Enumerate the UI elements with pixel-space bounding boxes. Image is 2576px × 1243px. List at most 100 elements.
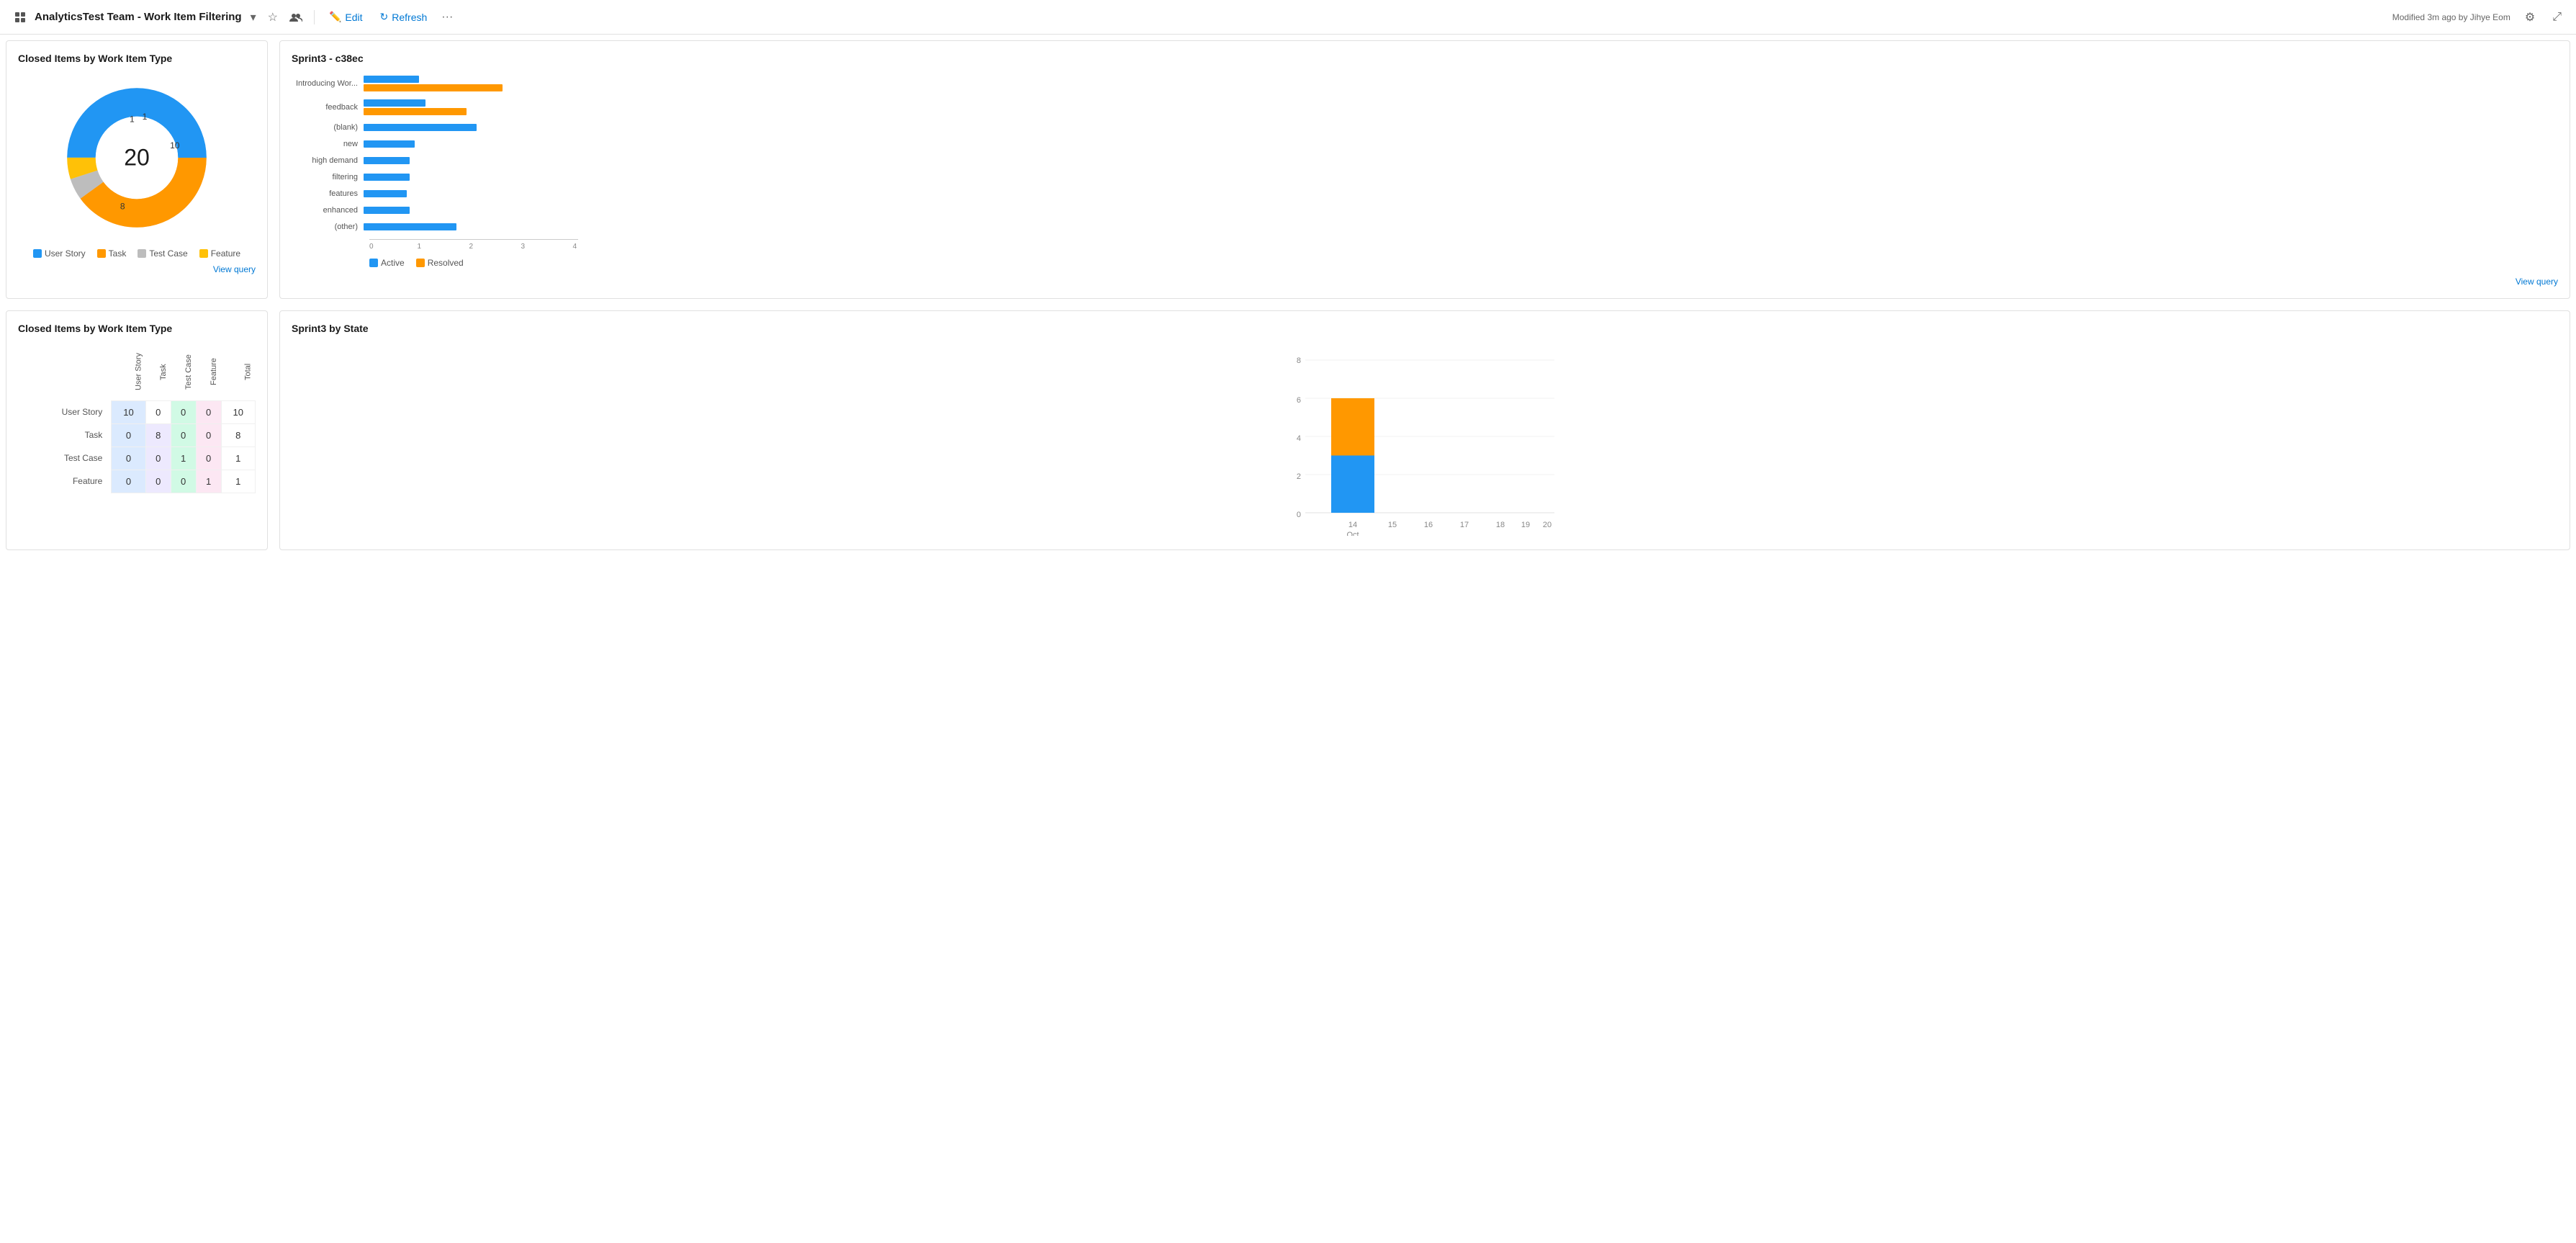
cell-tc-us: 0 bbox=[112, 447, 145, 470]
refresh-button[interactable]: ↻ Refresh bbox=[374, 8, 433, 26]
cell-us-tc: 0 bbox=[171, 400, 196, 423]
cell-task-task: 8 bbox=[145, 423, 171, 447]
row-label-feature: Feature bbox=[18, 470, 112, 493]
bar-feedback-active bbox=[364, 99, 425, 107]
closed-items-table-card: Closed Items by Work Item Type User Stor… bbox=[6, 310, 268, 550]
cell-tc-total: 1 bbox=[221, 447, 255, 470]
bar-features-active bbox=[364, 190, 407, 197]
legend-dot-active bbox=[369, 259, 378, 267]
svg-text:8: 8 bbox=[120, 202, 125, 212]
donut-section: 10 8 1 1 20 User Story Task Tes bbox=[18, 73, 256, 259]
col-header-total: Total bbox=[221, 343, 255, 400]
sprint3-state-title: Sprint3 by State bbox=[292, 323, 2558, 334]
bar-other-active bbox=[364, 223, 456, 230]
table-row-feature: Feature 0 0 0 1 1 bbox=[18, 470, 256, 493]
donut-card-title: Closed Items by Work Item Type bbox=[18, 53, 256, 64]
col-header-feature: Feature bbox=[196, 343, 221, 400]
modified-text: Modified 3m ago by Jihye Eom bbox=[2392, 12, 2510, 22]
cell-task-total: 8 bbox=[221, 423, 255, 447]
table-row-user-story: User Story 10 0 0 0 10 bbox=[18, 400, 256, 423]
cell-feat-feat: 1 bbox=[196, 470, 221, 493]
page-title: AnalyticsTest Team - Work Item Filtering bbox=[35, 11, 242, 23]
cell-tc-task: 0 bbox=[145, 447, 171, 470]
cell-feat-tc: 0 bbox=[171, 470, 196, 493]
donut-view-query[interactable]: View query bbox=[18, 264, 256, 274]
legend-dot-user-story bbox=[33, 249, 42, 258]
bar-legend-resolved: Resolved bbox=[416, 258, 464, 268]
cell-us-total: 10 bbox=[221, 400, 255, 423]
bar-new-active bbox=[364, 140, 415, 148]
state-bar-resolved bbox=[1331, 398, 1374, 456]
legend-dot-resolved bbox=[416, 259, 425, 267]
more-button[interactable]: ··· bbox=[438, 8, 456, 27]
legend-dot-test-case bbox=[138, 249, 146, 258]
grid-icon[interactable] bbox=[12, 9, 29, 26]
svg-text:18: 18 bbox=[1496, 521, 1505, 529]
closed-items-donut-card: Closed Items by Work Item Type bbox=[6, 40, 268, 299]
bar-introducing-active bbox=[364, 76, 419, 83]
donut-total: 20 bbox=[124, 145, 150, 171]
svg-text:4: 4 bbox=[1297, 434, 1301, 443]
cell-tc-feat: 0 bbox=[196, 447, 221, 470]
svg-text:10: 10 bbox=[170, 140, 180, 151]
legend-dot-feature bbox=[199, 249, 208, 258]
bar-x-axis: 0 1 2 3 4 bbox=[369, 239, 578, 251]
refresh-icon: ↻ bbox=[380, 11, 389, 23]
donut-chart: 10 8 1 1 20 bbox=[58, 78, 216, 237]
edit-icon: ✏️ bbox=[329, 11, 341, 23]
bar-row-new: new bbox=[292, 140, 2558, 148]
edit-button[interactable]: ✏️ Edit bbox=[323, 8, 369, 26]
sprint3-by-state-card: Sprint3 by State 8 6 4 2 0 bbox=[279, 310, 2570, 550]
col-header-task: Task bbox=[145, 343, 171, 400]
svg-text:20: 20 bbox=[1543, 521, 1552, 529]
app-header: AnalyticsTest Team - Work Item Filtering… bbox=[0, 0, 2576, 35]
bar-legend-active: Active bbox=[369, 258, 405, 268]
sprint3-bar-legend: Active Resolved bbox=[369, 258, 2558, 268]
expand-icon[interactable]: ⤢ bbox=[2549, 8, 2564, 27]
cell-task-feat: 0 bbox=[196, 423, 221, 447]
bar-introducing-resolved bbox=[364, 84, 503, 91]
bar-row-enhanced: enhanced bbox=[292, 206, 2558, 215]
svg-text:19: 19 bbox=[1521, 521, 1530, 529]
cell-feat-us: 0 bbox=[112, 470, 145, 493]
cell-us-us: 10 bbox=[112, 400, 145, 423]
bar-row-blank: (blank) bbox=[292, 123, 2558, 132]
cell-feat-total: 1 bbox=[221, 470, 255, 493]
sprint3-c38ec-view-query[interactable]: View query bbox=[292, 277, 2558, 287]
col-header-test-case: Test Case bbox=[171, 343, 196, 400]
sprint3-bar-chart: Introducing Wor... feedback (blank) bbox=[292, 73, 2558, 271]
svg-text:17: 17 bbox=[1460, 521, 1469, 529]
bar-row-high-demand: high demand bbox=[292, 156, 2558, 165]
legend-dot-task bbox=[97, 249, 106, 258]
legend-user-story: User Story bbox=[33, 248, 86, 259]
sprint3-c38ec-card: Sprint3 - c38ec Introducing Wor... feedb… bbox=[279, 40, 2570, 299]
bar-filtering-active bbox=[364, 174, 410, 181]
svg-text:6: 6 bbox=[1297, 396, 1301, 405]
svg-text:0: 0 bbox=[1297, 511, 1301, 519]
bar-row-introducing: Introducing Wor... bbox=[292, 76, 2558, 91]
svg-text:Oct: Oct bbox=[1346, 531, 1359, 536]
svg-text:8: 8 bbox=[1297, 356, 1301, 365]
col-header-user-story: User Story bbox=[112, 343, 145, 400]
bar-feedback-resolved bbox=[364, 108, 467, 115]
svg-text:1: 1 bbox=[130, 115, 135, 125]
sprint3-c38ec-title: Sprint3 - c38ec bbox=[292, 53, 2558, 64]
row-label-task: Task bbox=[18, 423, 112, 447]
cell-tc-tc: 1 bbox=[171, 447, 196, 470]
legend-test-case: Test Case bbox=[138, 248, 187, 259]
team-icon[interactable] bbox=[287, 9, 305, 25]
work-item-matrix-table: User Story Task Test Case Feature Total … bbox=[18, 343, 256, 493]
bar-enhanced-active bbox=[364, 207, 410, 214]
legend-task: Task bbox=[97, 248, 127, 259]
star-icon[interactable]: ☆ bbox=[265, 7, 281, 27]
row-label-user-story: User Story bbox=[18, 400, 112, 423]
svg-text:15: 15 bbox=[1388, 521, 1397, 529]
header-left: AnalyticsTest Team - Work Item Filtering… bbox=[12, 7, 456, 27]
sprint3-state-svg: 8 6 4 2 0 14 15 16 17 bbox=[292, 349, 2558, 536]
bar-blank-active bbox=[364, 124, 477, 131]
settings-icon[interactable]: ⚙ bbox=[2522, 7, 2538, 27]
title-dropdown-icon[interactable]: ▾ bbox=[248, 7, 259, 27]
bar-row-other: (other) bbox=[292, 223, 2558, 231]
header-right: Modified 3m ago by Jihye Eom ⚙ ⤢ bbox=[2392, 7, 2564, 27]
bar-row-features: features bbox=[292, 189, 2558, 198]
